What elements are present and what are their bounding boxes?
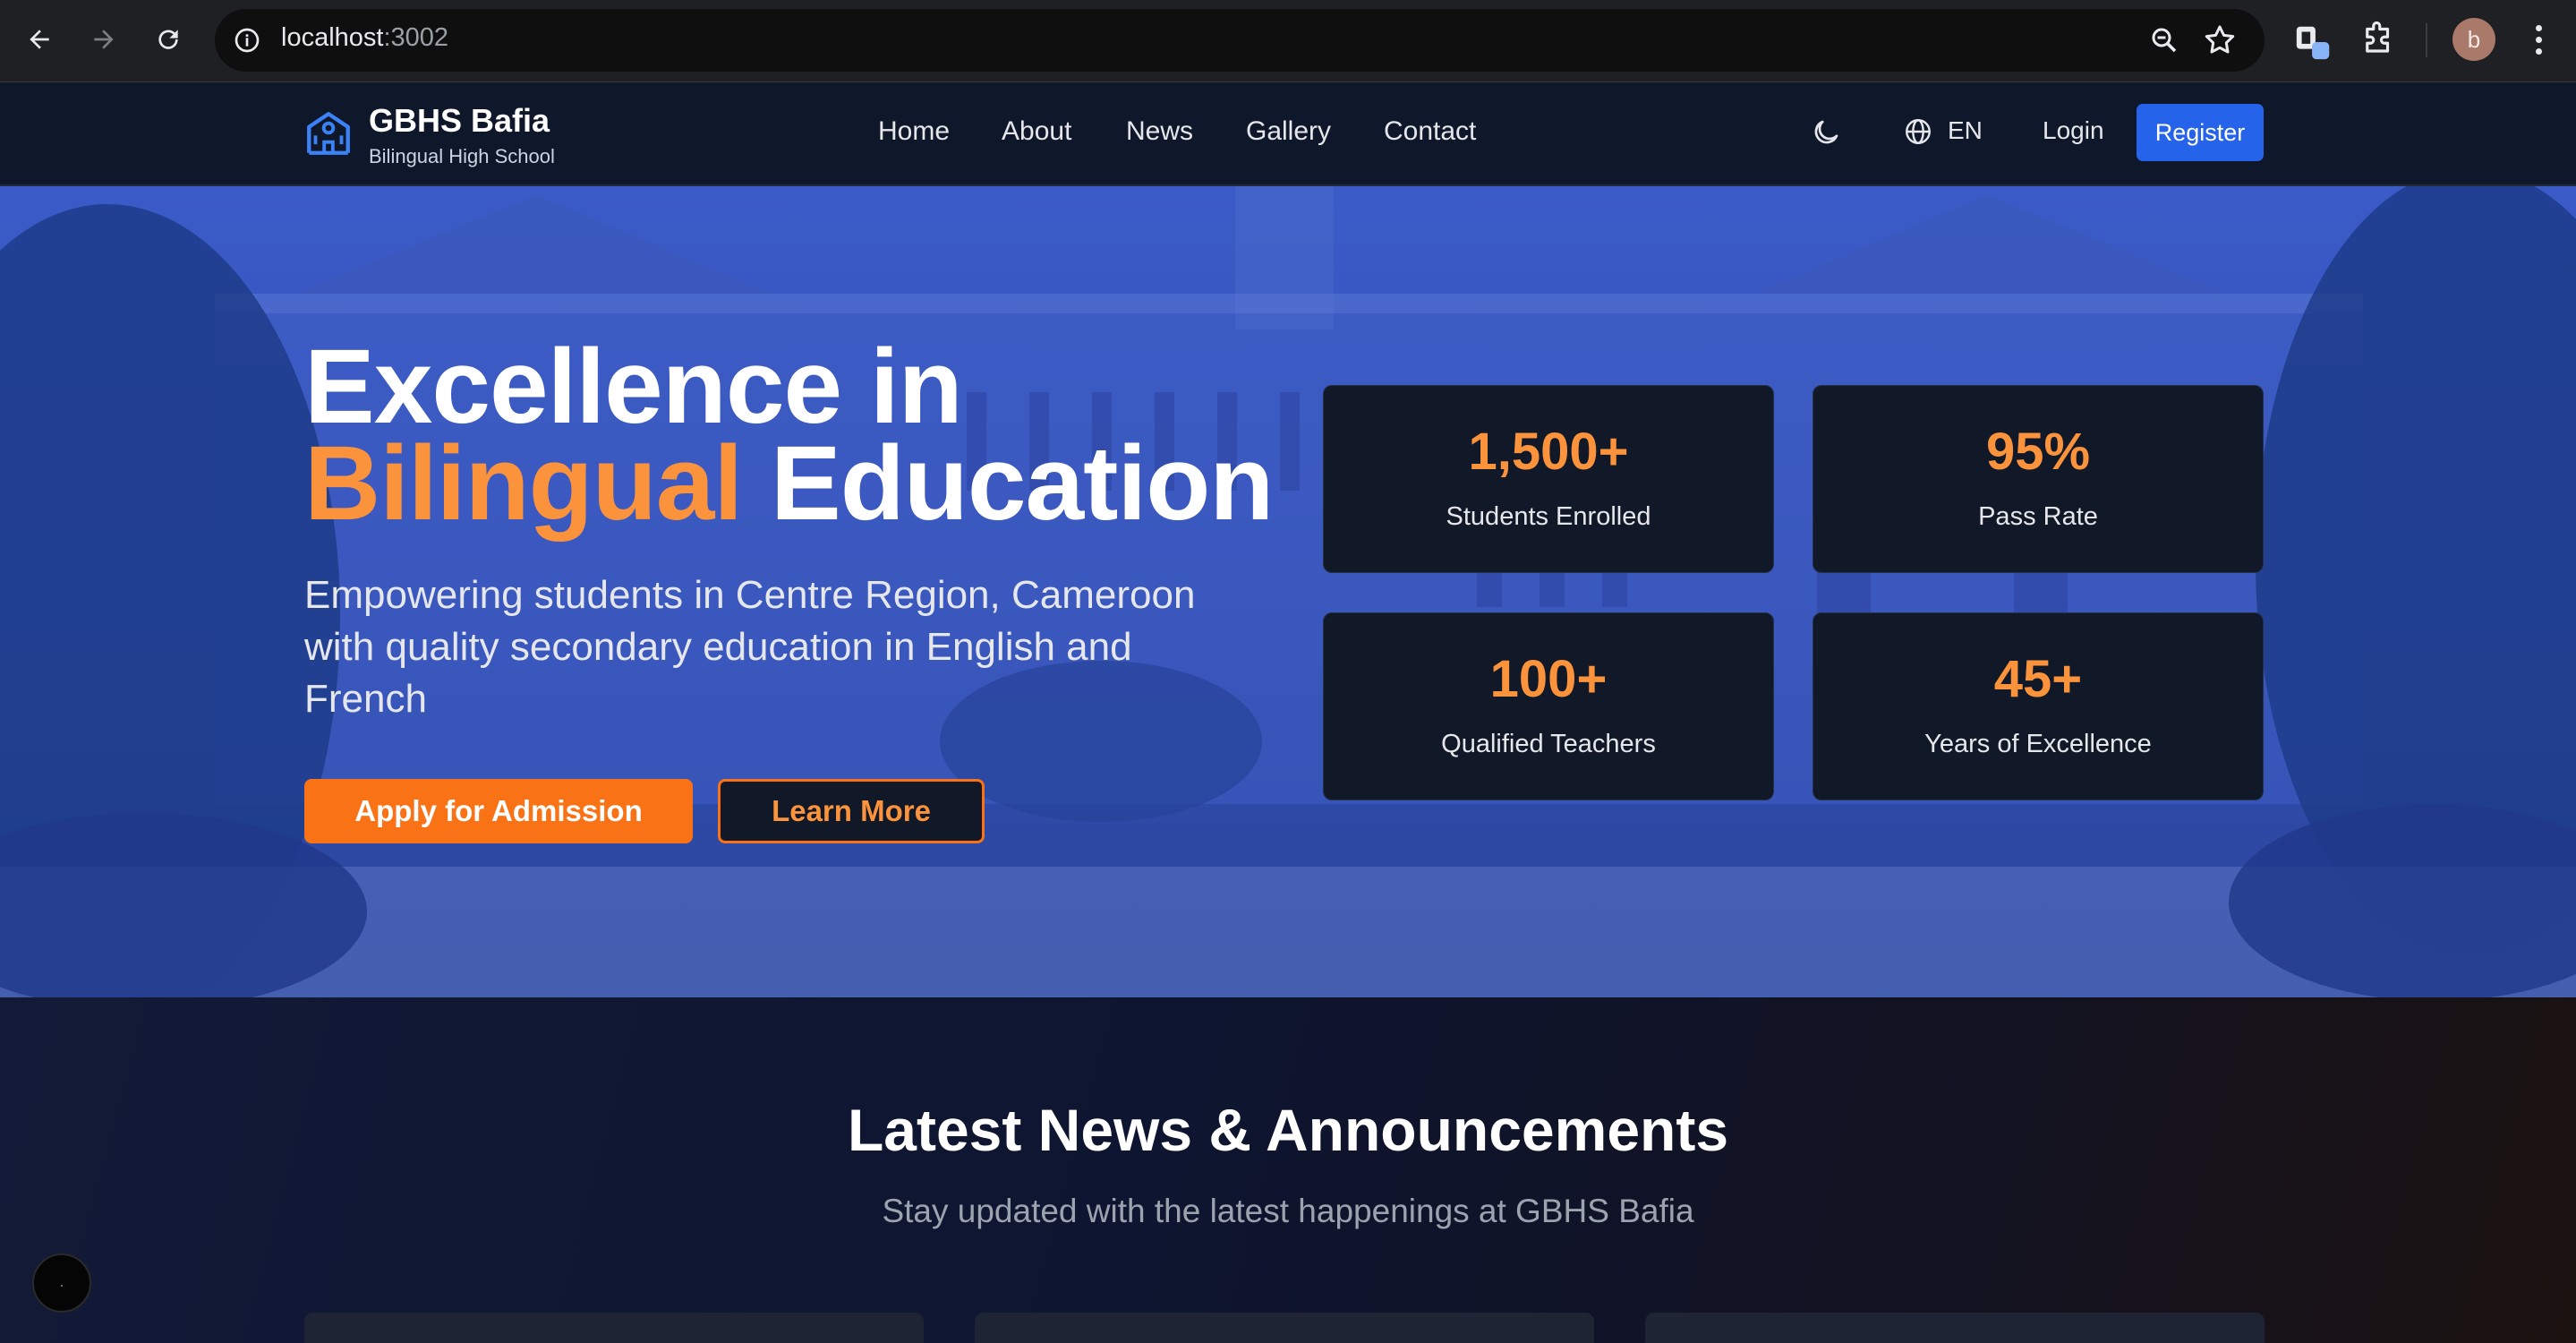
- hero-title-line2: Bilingual Education: [304, 431, 1274, 536]
- apply-admission-button[interactable]: Apply for Admission: [304, 779, 693, 843]
- browser-menu-icon[interactable]: [2522, 20, 2555, 59]
- language-selector[interactable]: EN: [1948, 116, 1983, 145]
- brand-title[interactable]: GBHS Bafia: [369, 102, 550, 140]
- stat-value: 1,500+: [1468, 423, 1629, 481]
- stat-card: 100+ Qualified Teachers: [1323, 612, 1774, 800]
- brand-subtitle: Bilingual High School: [369, 145, 555, 167]
- nav-home[interactable]: Home: [878, 116, 950, 147]
- stat-label: Years of Excellence: [1924, 730, 2152, 758]
- register-button[interactable]: Register: [2137, 104, 2264, 161]
- stat-card: 45+ Years of Excellence: [1813, 612, 2264, 800]
- bookmark-star-icon[interactable]: [2202, 22, 2238, 58]
- news-subtitle: Stay updated with the latest happenings …: [882, 1193, 1694, 1229]
- page-root: localhost:3002 b GBHS Bafia Bilingual Hi…: [0, 0, 2576, 1343]
- hero-title-rest: Education: [742, 424, 1274, 543]
- extension-icon[interactable]: [2293, 21, 2334, 63]
- nav-news[interactable]: News: [1126, 116, 1193, 147]
- nav-about[interactable]: About: [1002, 116, 1071, 147]
- forward-button[interactable]: [82, 18, 125, 61]
- stat-label: Students Enrolled: [1446, 502, 1651, 531]
- stat-value: 100+: [1489, 650, 1608, 708]
- back-button[interactable]: [18, 18, 61, 61]
- hero-title: Excellence in Bilingual Education: [304, 328, 1274, 536]
- profile-avatar[interactable]: b: [2452, 18, 2495, 61]
- url-text: localhost:3002: [281, 23, 448, 53]
- floating-widget-button[interactable]: .: [32, 1253, 91, 1313]
- school-logo-icon[interactable]: [303, 107, 354, 159]
- stat-value: 95%: [1985, 423, 2091, 481]
- puzzle-extensions-icon[interactable]: [2359, 20, 2397, 57]
- hero-title-accent: Bilingual: [304, 424, 743, 543]
- stat-label: Qualified Teachers: [1441, 730, 1656, 758]
- news-card[interactable]: [304, 1313, 924, 1343]
- news-section: Latest News & Announcements Stay updated…: [0, 997, 2576, 1343]
- arrow-right-icon: [94, 30, 114, 49]
- hero-subtitle: Empowering students in Centre Region, Ca…: [304, 573, 1196, 721]
- site-header: GBHS Bafia Bilingual High School Home Ab…: [0, 82, 2576, 186]
- nav-contact[interactable]: Contact: [1384, 116, 1476, 147]
- reload-button[interactable]: [147, 18, 190, 61]
- stat-label: Pass Rate: [1978, 502, 2098, 531]
- toolbar-divider: [2426, 23, 2427, 57]
- news-card[interactable]: [1645, 1313, 2265, 1343]
- learn-more-button[interactable]: Learn More: [718, 779, 985, 843]
- news-card[interactable]: [975, 1313, 1594, 1343]
- hero-section: Excellence in Bilingual Education Empowe…: [0, 186, 2576, 997]
- stat-value: 45+: [1993, 650, 2083, 708]
- browser-toolbar: localhost:3002 b: [0, 0, 2576, 82]
- url-host: localhost: [281, 23, 384, 52]
- stat-card: 95% Pass Rate: [1813, 385, 2264, 573]
- nav-gallery[interactable]: Gallery: [1246, 116, 1331, 147]
- url-port: :3002: [383, 23, 449, 52]
- site-info-icon[interactable]: [231, 24, 263, 56]
- address-bar[interactable]: localhost:3002: [215, 9, 2265, 72]
- news-title: Latest News & Announcements: [847, 1097, 1729, 1163]
- hero-title-line1: Excellence in: [304, 328, 963, 446]
- login-link[interactable]: Login: [2043, 116, 2104, 145]
- arrow-left-icon: [30, 30, 49, 49]
- reload-icon: [158, 30, 178, 49]
- moon-theme-icon[interactable]: [1810, 116, 1842, 149]
- globe-icon[interactable]: [1903, 116, 1933, 147]
- stat-card: 1,500+ Students Enrolled: [1323, 385, 1774, 573]
- zoom-icon[interactable]: [2148, 24, 2180, 56]
